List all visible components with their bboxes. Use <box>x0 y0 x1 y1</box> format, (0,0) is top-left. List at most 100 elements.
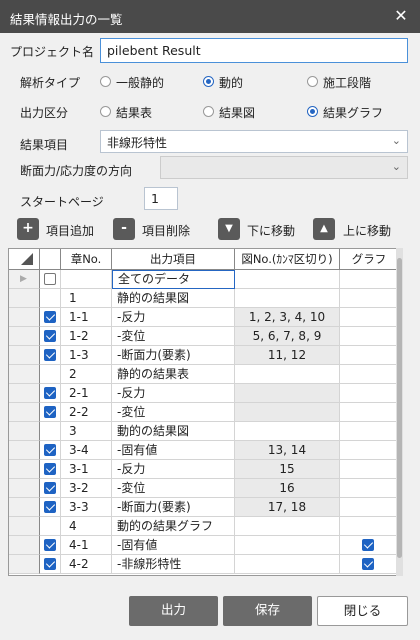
header-fig[interactable]: 図No.(ｶﾝﾏ区切り) <box>235 249 340 270</box>
check-cell[interactable] <box>40 517 61 536</box>
item-cell[interactable]: -反力 <box>112 460 235 479</box>
start-page-input[interactable]: 1 <box>144 187 178 210</box>
row-header[interactable] <box>9 536 40 555</box>
direction-select[interactable]: ⌄ <box>160 156 408 179</box>
fig-cell[interactable] <box>235 536 340 555</box>
item-cell[interactable]: -非線形特性 <box>112 555 235 574</box>
graph-cell[interactable] <box>340 422 396 441</box>
row-header[interactable] <box>9 460 40 479</box>
graph-cell[interactable] <box>340 327 396 346</box>
item-cell[interactable]: -変位 <box>112 479 235 498</box>
check-cell[interactable] <box>40 346 61 365</box>
fig-cell[interactable] <box>235 270 340 289</box>
chapter-cell[interactable]: 2 <box>61 365 112 384</box>
chapter-cell[interactable] <box>61 270 112 289</box>
fig-cell[interactable] <box>235 289 340 308</box>
graph-cell[interactable] <box>340 517 396 536</box>
graph-cell[interactable] <box>340 308 396 327</box>
row-header[interactable]: ▶ <box>9 270 40 289</box>
table-row[interactable]: 1-3 -断面力(要素) 11, 12 <box>9 346 396 365</box>
table-row[interactable]: 3 動的の結果図 <box>9 422 396 441</box>
scrollbar-thumb[interactable] <box>397 258 402 558</box>
graph-cell[interactable] <box>340 289 396 308</box>
row-header[interactable] <box>9 308 40 327</box>
row-header[interactable] <box>9 422 40 441</box>
row-checkbox[interactable] <box>44 349 56 361</box>
row-header[interactable] <box>9 327 40 346</box>
row-checkbox[interactable] <box>44 273 56 285</box>
check-cell[interactable] <box>40 422 61 441</box>
graph-cell[interactable] <box>340 270 396 289</box>
fig-cell[interactable]: 11, 12 <box>235 346 340 365</box>
table-row[interactable]: 3-3 -断面力(要素) 17, 18 <box>9 498 396 517</box>
item-cell[interactable]: -断面力(要素) <box>112 498 235 517</box>
header-item[interactable]: 出力項目 <box>112 249 235 270</box>
header-chapter[interactable]: 章No. <box>61 249 112 270</box>
check-cell[interactable] <box>40 479 61 498</box>
item-cell[interactable]: 動的の結果グラフ <box>112 517 235 536</box>
item-cell[interactable]: 静的の結果図 <box>112 289 235 308</box>
fig-cell[interactable] <box>235 365 340 384</box>
fig-cell[interactable] <box>235 403 340 422</box>
chapter-cell[interactable]: 1-1 <box>61 308 112 327</box>
graph-cell[interactable] <box>340 441 396 460</box>
output-button[interactable]: 出力 <box>129 596 218 626</box>
chapter-cell[interactable]: 3-4 <box>61 441 112 460</box>
row-header[interactable] <box>9 498 40 517</box>
chapter-cell[interactable]: 4-1 <box>61 536 112 555</box>
close-button[interactable]: 閉じる <box>317 596 408 626</box>
table-row[interactable]: 4 動的の結果グラフ <box>9 517 396 536</box>
chapter-cell[interactable]: 4-2 <box>61 555 112 574</box>
chapter-cell[interactable]: 3-3 <box>61 498 112 517</box>
row-checkbox[interactable] <box>44 444 56 456</box>
chapter-cell[interactable]: 3-1 <box>61 460 112 479</box>
check-cell[interactable] <box>40 498 61 517</box>
save-button[interactable]: 保存 <box>223 596 312 626</box>
item-cell[interactable]: 全てのデータ <box>112 270 235 289</box>
row-checkbox[interactable] <box>44 406 56 418</box>
row-header[interactable] <box>9 403 40 422</box>
check-cell[interactable] <box>40 365 61 384</box>
check-cell[interactable] <box>40 441 61 460</box>
check-cell[interactable] <box>40 555 61 574</box>
item-cell[interactable]: -固有値 <box>112 441 235 460</box>
graph-cell[interactable] <box>340 536 396 555</box>
header-graph[interactable]: グラフ <box>340 249 396 270</box>
row-checkbox[interactable] <box>44 501 56 513</box>
chapter-cell[interactable]: 1-3 <box>61 346 112 365</box>
check-cell[interactable] <box>40 384 61 403</box>
fig-cell[interactable] <box>235 517 340 536</box>
table-row[interactable]: 3-1 -反力 15 <box>9 460 396 479</box>
row-header[interactable] <box>9 555 40 574</box>
item-cell[interactable]: -断面力(要素) <box>112 346 235 365</box>
move-down-button[interactable]: ▼ <box>218 218 240 240</box>
fig-cell[interactable]: 13, 14 <box>235 441 340 460</box>
item-cell[interactable]: -変位 <box>112 403 235 422</box>
fig-cell[interactable]: 5, 6, 7, 8, 9 <box>235 327 340 346</box>
graph-cell[interactable] <box>340 346 396 365</box>
table-row[interactable]: 3-2 -変位 16 <box>9 479 396 498</box>
check-cell[interactable] <box>40 327 61 346</box>
row-header[interactable] <box>9 346 40 365</box>
item-cell[interactable]: 動的の結果図 <box>112 422 235 441</box>
graph-cell[interactable] <box>340 479 396 498</box>
fig-cell[interactable] <box>235 555 340 574</box>
move-up-label[interactable]: 上に移動 <box>343 222 391 239</box>
check-cell[interactable] <box>40 536 61 555</box>
table-row[interactable]: 1-2 -変位 5, 6, 7, 8, 9 <box>9 327 396 346</box>
fig-cell[interactable]: 15 <box>235 460 340 479</box>
grid-corner[interactable] <box>9 249 40 270</box>
chapter-cell[interactable]: 2-1 <box>61 384 112 403</box>
chapter-cell[interactable]: 3-2 <box>61 479 112 498</box>
chapter-cell[interactable]: 3 <box>61 422 112 441</box>
table-row[interactable]: 2-1 -反力 <box>9 384 396 403</box>
graph-cell[interactable] <box>340 365 396 384</box>
row-checkbox[interactable] <box>44 330 56 342</box>
add-item-button[interactable]: + <box>17 218 39 240</box>
table-row[interactable]: 4-1 -固有値 <box>9 536 396 555</box>
table-row[interactable]: ▶ 全てのデータ <box>9 270 396 289</box>
chapter-cell[interactable]: 1-2 <box>61 327 112 346</box>
item-cell[interactable]: 静的の結果表 <box>112 365 235 384</box>
graph-cell[interactable] <box>340 460 396 479</box>
graph-cell[interactable] <box>340 403 396 422</box>
